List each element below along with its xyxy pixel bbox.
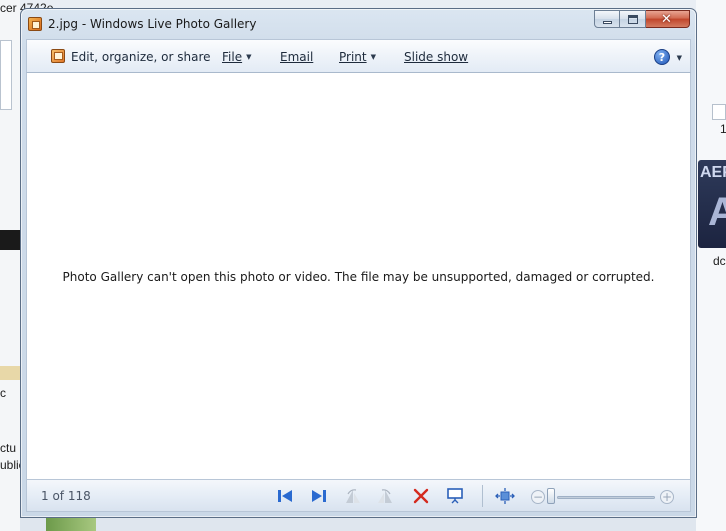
zoom-slider-track[interactable]: [557, 496, 655, 499]
aep-file-icon-label: AEP: [700, 164, 726, 181]
edit-organize-share-button[interactable]: Edit, organize, or share: [71, 50, 211, 64]
toolbar-divider: [482, 485, 483, 507]
rotate-left-icon: [346, 489, 360, 503]
actual-size-button[interactable]: [495, 487, 515, 505]
slideshow-icon: [447, 488, 463, 504]
help-icon: ?: [658, 51, 666, 64]
menu-bar: Edit, organize, or share File ▼ Email Pri…: [26, 39, 691, 73]
email-button[interactable]: Email: [280, 50, 313, 64]
print-menu[interactable]: Print ▼: [339, 50, 376, 64]
help-button[interactable]: ?: [654, 49, 670, 65]
edit-organize-share-label: Edit, organize, or share: [71, 50, 211, 64]
chevron-down-icon: ▼: [246, 53, 252, 61]
window-title: 2.jpg - Windows Live Photo Gallery: [48, 17, 257, 31]
background-thumbnail-fragment: [0, 230, 22, 250]
slide-show-button[interactable]: Slide show: [404, 50, 468, 64]
file-menu[interactable]: File ▼: [222, 50, 251, 64]
error-message: Photo Gallery can't open this photo or v…: [62, 270, 655, 284]
zoom-in-icon: +: [661, 490, 673, 504]
minimize-button[interactable]: [594, 10, 620, 28]
delete-button[interactable]: [411, 487, 431, 505]
close-button[interactable]: ✕: [646, 10, 690, 28]
background-text: 1: [720, 122, 726, 136]
zoom-slider-thumb[interactable]: [547, 488, 555, 504]
photo-gallery-window: 2.jpg - Windows Live Photo Gallery ✕ Edi…: [20, 8, 697, 518]
bottom-toolbar: 1 of 118 − +: [26, 479, 691, 512]
rotate-right-icon: [378, 489, 392, 503]
background-panel-fragment: [712, 104, 726, 120]
zoom-out-icon: −: [532, 490, 544, 504]
previous-button[interactable]: [275, 487, 295, 505]
edit-organize-icon: [51, 49, 65, 63]
background-thumbnail-fragment: [0, 366, 22, 380]
file-menu-label: File: [222, 50, 243, 64]
rotate-clockwise-button[interactable]: [375, 487, 395, 505]
zoom-in-button[interactable]: +: [660, 490, 674, 504]
minimize-icon: [603, 21, 612, 24]
aep-file-icon-letter: A: [708, 190, 726, 234]
title-bar[interactable]: 2.jpg - Windows Live Photo Gallery ✕: [21, 9, 696, 39]
background-text: c: [0, 386, 6, 400]
next-icon: [312, 490, 326, 502]
background-text: ctu: [0, 441, 17, 455]
email-label: Email: [280, 50, 314, 64]
chevron-down-icon: ▼: [370, 53, 376, 61]
zoom-out-button[interactable]: −: [531, 490, 545, 504]
print-menu-label: Print: [339, 50, 367, 64]
chevron-down-icon[interactable]: ▼: [677, 54, 682, 62]
slide-show-label: Slide show: [404, 50, 469, 64]
play-slide-show-button[interactable]: [445, 487, 465, 505]
photo-viewer-area: Photo Gallery can't open this photo or v…: [26, 73, 691, 479]
maximize-button[interactable]: [620, 10, 646, 28]
photo-counter: 1 of 118: [41, 489, 91, 503]
delete-icon: [413, 488, 429, 504]
rotate-counterclockwise-button[interactable]: [343, 487, 363, 505]
previous-icon: [278, 490, 292, 502]
background-panel-fragment: [0, 40, 12, 110]
photo-gallery-icon[interactable]: [28, 17, 42, 31]
background-text: dc: [713, 254, 726, 268]
fit-size-icon: [495, 488, 515, 504]
caption-buttons: ✕: [594, 10, 690, 28]
next-button[interactable]: [309, 487, 329, 505]
close-icon: ✕: [661, 12, 672, 27]
maximize-icon: [628, 15, 638, 24]
